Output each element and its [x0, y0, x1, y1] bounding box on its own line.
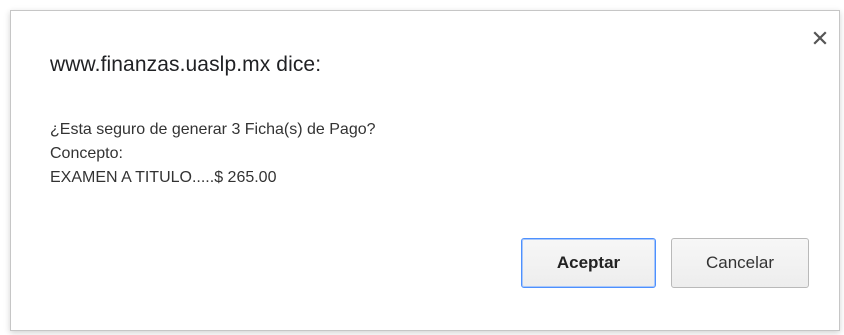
alert-dialog: www.finanzas.uaslp.mx dice: ¿Esta seguro…	[10, 10, 840, 331]
dialog-title: www.finanzas.uaslp.mx dice:	[50, 53, 322, 76]
cancel-button[interactable]: Cancelar	[671, 238, 809, 288]
page: www.finanzas.uaslp.mx dice: ¿Esta seguro…	[0, 0, 844, 335]
message-line-concept-label: Concepto:	[50, 145, 123, 162]
dialog-message: ¿Esta seguro de generar 3 Ficha(s) de Pa…	[50, 118, 376, 190]
close-icon[interactable]	[811, 29, 829, 47]
message-line-question: ¿Esta seguro de generar 3 Ficha(s) de Pa…	[50, 121, 376, 138]
message-line-concept-value: EXAMEN A TITULO.....$ 265.00	[50, 169, 277, 186]
accept-button[interactable]: Aceptar	[521, 238, 656, 288]
